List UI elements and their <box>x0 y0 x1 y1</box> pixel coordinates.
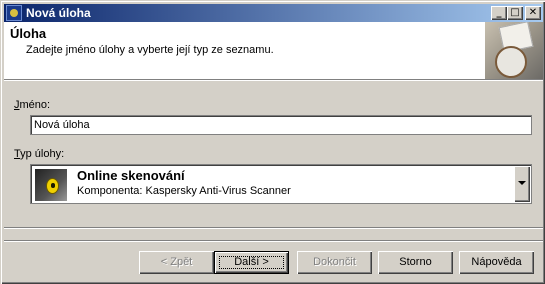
next-button[interactable]: Další > <box>214 251 289 274</box>
header-subtitle: Zadejte jméno úlohy a vyberte její typ z… <box>26 44 274 56</box>
bug-icon <box>46 178 59 194</box>
minimize-button[interactable]: _ <box>491 6 507 20</box>
task-name-input[interactable] <box>30 115 532 135</box>
header-title: Úloha <box>10 26 47 41</box>
dropdown-arrow-button[interactable] <box>514 166 530 202</box>
divider-highlight <box>4 228 543 229</box>
task-type-select[interactable]: Online skenování Komponenta: Kaspersky A… <box>30 164 532 204</box>
close-button[interactable]: ✕ <box>525 6 541 20</box>
finish-button[interactable]: Dokončit <box>297 251 372 274</box>
focus-rect <box>219 256 284 269</box>
maximize-button[interactable]: □ <box>507 6 523 20</box>
wizard-header: Úloha Zadejte jméno úlohy a vyberte její… <box>4 22 543 81</box>
clock-icon <box>495 46 527 78</box>
app-icon <box>6 5 22 21</box>
cancel-button[interactable]: Storno <box>378 251 453 274</box>
title-bar[interactable]: Nová úloha _ □ ✕ <box>4 4 543 22</box>
task-type-subtitle: Komponenta: Kaspersky Anti-Virus Scanner <box>77 185 291 197</box>
name-label: Jméno: <box>14 99 50 111</box>
back-button[interactable]: < Zpět <box>139 251 214 274</box>
task-type-title: Online skenování <box>77 168 185 183</box>
help-button[interactable]: Nápověda <box>459 251 534 274</box>
type-label-text: yp úlohy: <box>20 148 65 160</box>
header-clock-image <box>485 22 543 79</box>
task-wizard-window: Nová úloha _ □ ✕ Úloha Zadejte jméno úlo… <box>0 0 545 284</box>
window-title: Nová úloha <box>26 6 91 20</box>
type-label: Typ úlohy: <box>14 148 64 160</box>
shield-bug-icon <box>35 169 67 201</box>
name-label-text: méno: <box>19 99 51 111</box>
divider-highlight <box>4 241 543 242</box>
